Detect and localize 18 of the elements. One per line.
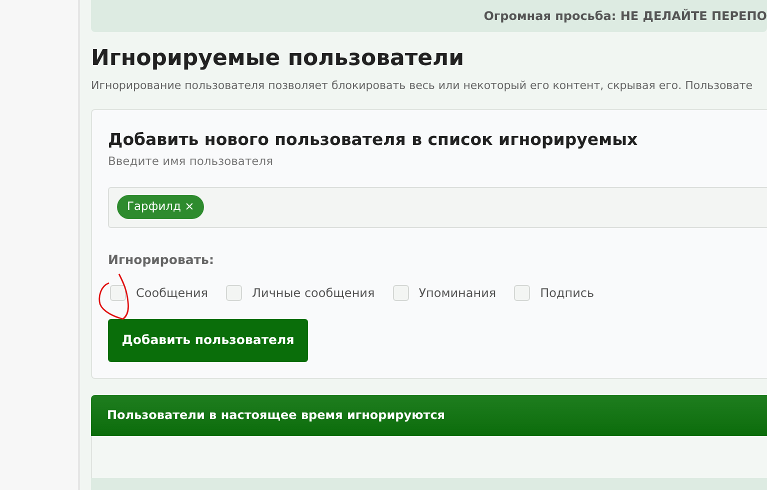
checkbox-label: Личные сообщения [252,285,375,302]
checkbox[interactable] [226,285,242,302]
username-tag[interactable]: Гарфилд × [117,195,204,219]
page-description: Игнорирование пользователя позволяет блокировать весь или некоторый его контент, скрывая его. Пользовате [91,78,754,94]
username-field[interactable]: Гарфилд × [108,186,767,228]
card-title: Добавить нового пользователя в список игнорируемых [108,128,639,151]
checkbox-label: Упоминания [418,285,496,302]
checkbox-label: Сообщения [136,285,208,302]
notice-text: Огромная просьба: НЕ ДЕЛАЙТЕ ПЕРЕПО [484,8,767,25]
card-hint: Введите имя пользователя [108,153,274,170]
page-title: Игнорируемые пользователи [91,45,466,73]
checkbox-label: Подпись [540,285,594,302]
checkbox[interactable] [514,285,530,302]
checkbox[interactable] [110,285,126,302]
ignore-label: Игнорировать: [108,250,215,269]
add-user-button[interactable]: Добавить пользователя [108,319,308,362]
section-title: Пользователи в настоящее время игнорируются [107,407,446,424]
checkbox[interactable] [392,285,409,302]
